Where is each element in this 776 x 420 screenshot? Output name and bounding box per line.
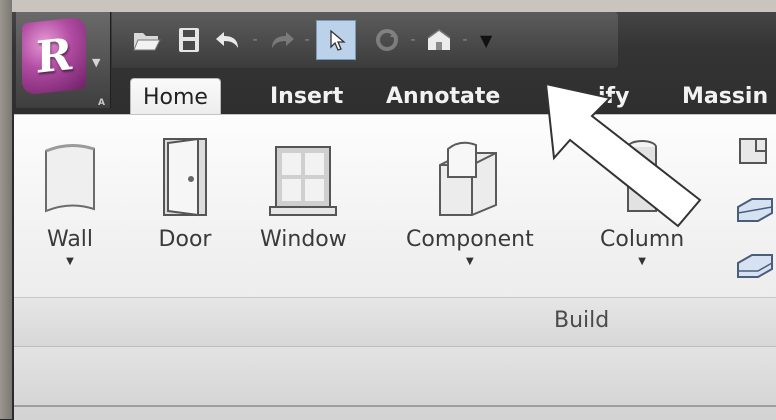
column-tool[interactable]: Column ▼ (600, 129, 684, 267)
column-icon (622, 129, 662, 219)
default-3d-view-icon (422, 23, 456, 57)
customize-toolbar-dropdown-icon[interactable]: ▼ (480, 31, 492, 50)
door-label: Door (158, 227, 212, 252)
wall-label: Wall (46, 227, 94, 252)
ceiling-small-icon[interactable] (734, 193, 774, 229)
open-button[interactable] (130, 20, 164, 60)
redo-dropdown-icon[interactable]: - (298, 32, 316, 48)
door-icon (158, 129, 212, 219)
synchronize-button[interactable] (370, 20, 404, 60)
window-icon (266, 129, 340, 219)
tab-annotate[interactable]: Annotate (386, 78, 500, 116)
wall-icon (38, 129, 102, 219)
window-label: Window (260, 227, 347, 252)
revit-logo-icon: R (22, 16, 86, 96)
column-label: Column (600, 227, 685, 252)
panel-title-bar: Build (14, 297, 776, 348)
default-3d-view-button[interactable] (422, 20, 456, 60)
component-tool[interactable]: Component ▼ (406, 129, 534, 267)
component-label: Component (406, 227, 534, 252)
ribbon-tab-bar: Home Insert Annotate ify Massin (110, 70, 776, 117)
window-frame-top (0, 0, 776, 12)
floor-small-icon[interactable] (734, 249, 774, 285)
wall-tool[interactable]: Wall ▼ (38, 129, 102, 267)
3d-view-dropdown-icon[interactable]: - (456, 32, 474, 48)
redo-button[interactable] (264, 20, 298, 60)
sync-dropdown-icon[interactable]: - (404, 32, 422, 48)
ribbon-panel: Wall ▼ Door Window Component ▼ Column ▼ … (14, 114, 776, 348)
save-icon (172, 23, 206, 57)
quick-access-toolbar: - - - - ▼ (112, 12, 618, 68)
window-frame-left (0, 0, 12, 419)
tab-modify[interactable]: ify (598, 78, 629, 116)
window-tool[interactable]: Window (260, 129, 347, 252)
undo-icon (212, 23, 246, 57)
app-menu-caret-icon: ▼ (92, 56, 101, 69)
options-bar (14, 346, 776, 420)
application-menu-button[interactable]: R ▼ A (16, 12, 111, 108)
sync-icon (370, 23, 404, 57)
undo-dropdown-icon[interactable]: - (246, 32, 264, 48)
panel-title-build: Build (554, 308, 610, 333)
undo-button[interactable] (212, 20, 246, 60)
component-dropdown-icon[interactable]: ▼ (466, 256, 474, 267)
door-tool[interactable]: Door (158, 129, 212, 252)
tab-home[interactable]: Home (130, 78, 221, 117)
modify-select-button[interactable] (316, 20, 356, 60)
divider (14, 405, 776, 407)
tab-massing[interactable]: Massin (682, 78, 768, 116)
open-folder-icon (130, 23, 164, 57)
column-dropdown-icon[interactable]: ▼ (638, 256, 646, 267)
modify-select-icon (316, 20, 356, 60)
component-icon (430, 129, 510, 219)
save-button[interactable] (172, 20, 206, 60)
redo-icon (264, 23, 298, 57)
wall-dropdown-icon[interactable]: ▼ (66, 256, 74, 267)
roof-small-icon[interactable] (734, 133, 774, 169)
app-badge: A (98, 98, 105, 108)
tab-insert[interactable]: Insert (270, 78, 343, 116)
